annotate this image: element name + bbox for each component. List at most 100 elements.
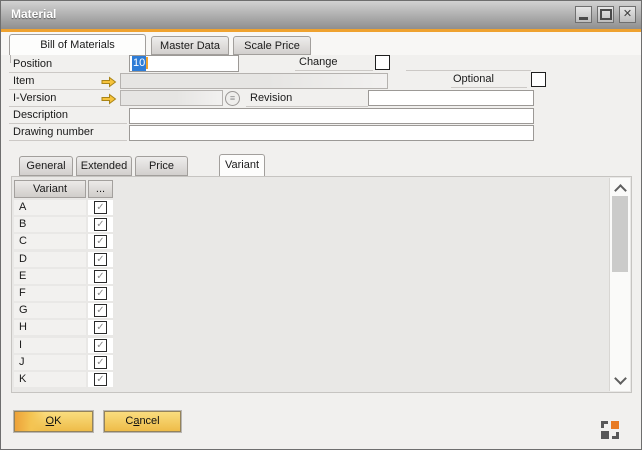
checkbox-cell[interactable]: ✓: [88, 320, 113, 335]
variant-cell[interactable]: E: [14, 269, 86, 284]
position-input[interactable]: 10: [129, 55, 239, 72]
close-button[interactable]: ✕: [619, 6, 636, 23]
variant-cell[interactable]: G: [14, 303, 86, 318]
variant-checkbox[interactable]: ✓: [94, 356, 107, 369]
variant-checkbox[interactable]: ✓: [94, 321, 107, 334]
column-header-variant[interactable]: Variant: [14, 180, 86, 198]
ok-mnemonic: O: [46, 415, 55, 427]
tab-master-data[interactable]: Master Data: [151, 36, 229, 55]
titlebar[interactable]: Material: [1, 1, 641, 30]
variant-cell[interactable]: F: [14, 286, 86, 301]
checkbox-cell[interactable]: ✓: [88, 303, 113, 318]
column-header-dots[interactable]: ...: [88, 180, 113, 198]
resize-corner-bottomright: [612, 432, 619, 439]
resize-corner-topleft: [601, 421, 608, 428]
table-row: G✓: [12, 303, 122, 318]
scroll-up-icon[interactable]: [614, 184, 627, 197]
variant-cell[interactable]: D: [14, 252, 86, 267]
table-row: F✓: [12, 286, 122, 301]
drawing-number-label: Drawing number: [9, 126, 127, 141]
variant-cell[interactable]: B: [14, 217, 86, 232]
item-label: Item: [9, 75, 110, 90]
table-row: B✓: [12, 217, 122, 232]
tab-extended[interactable]: Extended: [76, 156, 132, 176]
table-row: H✓: [12, 320, 122, 335]
checkbox-cell[interactable]: ✓: [88, 355, 113, 370]
minimize-button[interactable]: [575, 6, 592, 23]
text-caret: [146, 57, 148, 69]
variant-table: Variant ... A✓B✓C✓D✓E✓F✓G✓H✓I✓J✓K✓: [11, 176, 632, 393]
table-row: C✓: [12, 234, 122, 249]
drawing-number-input[interactable]: [129, 125, 534, 141]
checkbox-cell[interactable]: ✓: [88, 234, 113, 249]
variant-checkbox[interactable]: ✓: [94, 218, 107, 231]
item-link-arrow-icon[interactable]: [101, 76, 117, 88]
tab-bill-of-materials[interactable]: Bill of Materials: [9, 34, 146, 55]
change-checkbox[interactable]: [375, 55, 390, 70]
resize-corner-bottomleft: [601, 431, 609, 439]
description-input[interactable]: [129, 108, 534, 124]
optional-label: Optional: [451, 73, 527, 88]
variant-cell[interactable]: A: [14, 200, 86, 215]
i-version-link-arrow-icon[interactable]: [101, 93, 117, 105]
variant-checkbox[interactable]: ✓: [94, 201, 107, 214]
revision-label: Revision: [246, 92, 368, 107]
table-row: D✓: [12, 252, 122, 267]
checkbox-cell[interactable]: ✓: [88, 269, 113, 284]
variant-checkbox[interactable]: ✓: [94, 304, 107, 317]
ok-label-rest: K: [54, 415, 61, 427]
form-resize-icon[interactable]: [601, 421, 619, 439]
vertical-scrollbar[interactable]: [609, 178, 630, 391]
variant-cell[interactable]: K: [14, 372, 86, 387]
variant-cell[interactable]: C: [14, 234, 86, 249]
resize-corner-topright: [611, 421, 619, 429]
description-label: Description: [9, 109, 127, 124]
material-window: Material ✕ Bill of Materials Master Data…: [0, 0, 642, 450]
checkbox-cell[interactable]: ✓: [88, 252, 113, 267]
variant-cell[interactable]: I: [14, 338, 86, 353]
variant-checkbox[interactable]: ✓: [94, 373, 107, 386]
list-icon: ≡: [230, 93, 235, 103]
checkbox-cell[interactable]: ✓: [88, 338, 113, 353]
table-row: K✓: [12, 372, 122, 387]
tab-scale-price[interactable]: Scale Price: [233, 36, 311, 55]
ok-button[interactable]: OK: [14, 411, 93, 432]
table-row: J✓: [12, 355, 122, 370]
window-title: Material: [11, 7, 56, 21]
optional-group-line: [406, 70, 531, 71]
maximize-button[interactable]: [597, 6, 614, 23]
checkbox-cell[interactable]: ✓: [88, 217, 113, 232]
checkbox-cell[interactable]: ✓: [88, 372, 113, 387]
minimize-icon: [579, 17, 588, 20]
variant-cell[interactable]: J: [14, 355, 86, 370]
checkbox-cell[interactable]: ✓: [88, 200, 113, 215]
table-row: E✓: [12, 269, 122, 284]
i-version-label: I-Version: [9, 92, 110, 107]
table-row: I✓: [12, 338, 122, 353]
i-version-input[interactable]: [120, 90, 223, 106]
cancel-label-rest: ncel: [139, 415, 159, 427]
tab-variant[interactable]: Variant: [219, 154, 265, 176]
checkbox-cell[interactable]: ✓: [88, 286, 113, 301]
close-icon: ✕: [623, 9, 632, 20]
variant-cell[interactable]: H: [14, 320, 86, 335]
choose-from-list-button[interactable]: ≡: [225, 91, 240, 106]
scrollbar-thumb[interactable]: [612, 196, 628, 272]
change-label: Change: [295, 56, 373, 71]
item-input[interactable]: [120, 73, 388, 89]
position-label: Position: [9, 58, 110, 73]
cancel-button[interactable]: Cancel: [104, 411, 181, 432]
variant-checkbox[interactable]: ✓: [94, 235, 107, 248]
table-row: A✓: [12, 200, 122, 215]
tab-general[interactable]: General: [19, 156, 73, 176]
scroll-down-icon[interactable]: [614, 372, 627, 385]
variant-checkbox[interactable]: ✓: [94, 339, 107, 352]
maximize-icon: [600, 9, 612, 20]
variant-checkbox[interactable]: ✓: [94, 287, 107, 300]
variant-checkbox[interactable]: ✓: [94, 270, 107, 283]
optional-checkbox[interactable]: [531, 72, 546, 87]
revision-input[interactable]: [368, 90, 534, 106]
variant-checkbox[interactable]: ✓: [94, 253, 107, 266]
tab-price[interactable]: Price: [135, 156, 188, 176]
position-selected-text: 10: [132, 56, 146, 71]
